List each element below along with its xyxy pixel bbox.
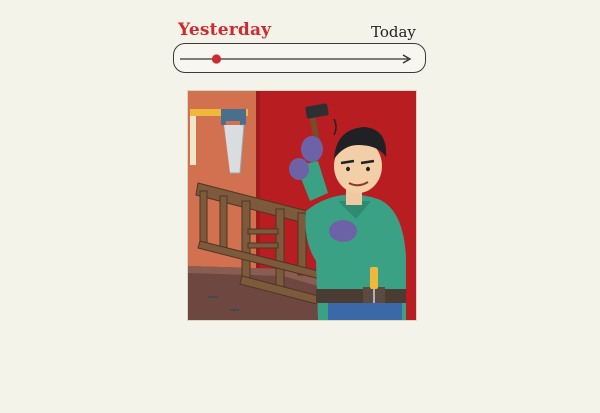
carpenter-illustration — [188, 91, 416, 320]
timeline-slider[interactable] — [173, 43, 426, 73]
timeline-thumb[interactable] — [211, 54, 222, 64]
timeline-start-label[interactable]: Yesterday — [178, 20, 271, 40]
timeline-end-label[interactable]: Today — [371, 23, 416, 41]
